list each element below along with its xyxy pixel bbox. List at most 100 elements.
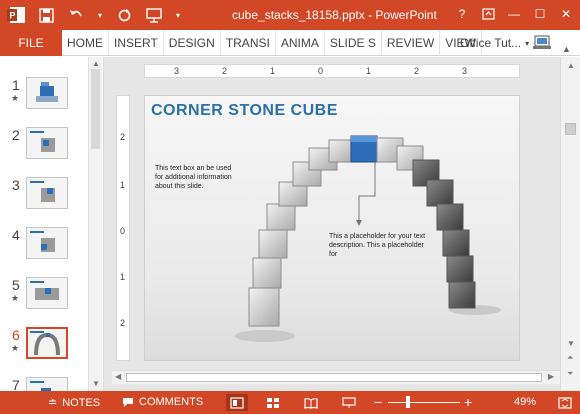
slide-editor: 3 2 1 0 1 2 3 2 1 0 1 2 CORNER STONE CUB…	[104, 57, 566, 391]
tab-design[interactable]: DESIGN	[164, 30, 221, 56]
thumbnail-number: 3	[12, 177, 20, 193]
normal-view-button[interactable]	[226, 394, 248, 411]
zoom-slider-thumb[interactable]	[406, 396, 410, 408]
ruler-mark: 3	[174, 66, 180, 76]
vertical-ruler: 2 1 0 1 2	[116, 95, 130, 361]
scroll-down-icon[interactable]: ▼	[567, 339, 575, 348]
quick-access-toolbar: P ▾ ▾	[6, 5, 182, 25]
thumbnail-image	[26, 227, 68, 259]
ruler-mark: 1	[120, 272, 126, 282]
ruler-mark: 1	[120, 180, 126, 190]
thumbnail-2[interactable]: 2	[0, 107, 92, 159]
tab-insert[interactable]: INSERT	[109, 30, 164, 56]
slide-show-icon	[342, 396, 356, 408]
customize-toolbar-icon[interactable]: ▾	[174, 5, 182, 25]
scrollbar-thumb[interactable]	[565, 123, 576, 135]
slide-title[interactable]: CORNER STONE CUBE	[151, 102, 338, 120]
thumbnail-number: 4	[12, 227, 20, 243]
comments-label: COMMENTS	[139, 396, 204, 408]
thumbnail-3[interactable]: 3	[0, 157, 92, 209]
animation-star-icon: ★	[11, 293, 20, 303]
powerpoint-logo-icon[interactable]: P	[6, 5, 26, 25]
repeat-icon[interactable]	[114, 5, 134, 25]
thumbnail-image	[26, 177, 68, 209]
zoom-out-button[interactable]: −	[374, 394, 382, 410]
thumbnail-number: 2	[12, 127, 20, 143]
status-bar: ≐ NOTES COMMENTS − + 49%	[0, 391, 580, 414]
close-button[interactable]: ✕	[556, 4, 576, 24]
comments-icon	[123, 397, 133, 407]
undo-icon[interactable]	[66, 5, 86, 25]
ruler-mark: 2	[120, 132, 126, 142]
ribbon-display-options-icon[interactable]	[478, 4, 498, 24]
dropdown-icon[interactable]: ▾	[96, 5, 104, 25]
slide-canvas[interactable]: CORNER STONE CUBE This text box an be us…	[144, 95, 520, 361]
left-text-box[interactable]: This text box an be used for additional …	[155, 164, 235, 191]
scroll-left-icon[interactable]: ◀	[115, 372, 121, 381]
powerpoint-window: P ▾ ▾ cube_stacks_18158.pptx - PowerPoin…	[0, 0, 580, 414]
ruler-mark: 2	[414, 66, 420, 76]
notes-label: NOTES	[62, 396, 101, 409]
notes-icon: ≐	[48, 397, 58, 409]
ruler-mark: 1	[366, 66, 372, 76]
maximize-button[interactable]: ☐	[530, 4, 550, 24]
ruler-mark: 0	[120, 226, 126, 236]
editor-vertical-scrollbar[interactable]: ▲ ▼ ⏶ ⏷	[560, 57, 580, 391]
scrollbar-thumb[interactable]	[126, 373, 542, 382]
animation-star-icon: ★	[11, 343, 20, 353]
account-name: Office Tut...	[460, 36, 522, 50]
scrollbar-thumb[interactable]	[91, 69, 100, 149]
thumbnail-number: 5	[12, 277, 20, 293]
svg-text:P: P	[9, 11, 15, 21]
slide-thumbnail-pane: 1 ★ 2 3 4 5 ★ 6 ★ 7 ▲ ▼	[0, 57, 104, 391]
help-button[interactable]: ?	[452, 4, 472, 24]
thumbnail-1[interactable]: 1 ★	[0, 57, 92, 109]
thumbnail-image	[26, 277, 68, 309]
tab-home[interactable]: HOME	[62, 30, 109, 56]
scroll-up-icon[interactable]: ▲	[92, 59, 100, 68]
previous-slide-icon[interactable]: ⏶	[567, 353, 573, 363]
tab-review[interactable]: REVIEW	[382, 30, 441, 56]
account-menu[interactable]: Office Tut... ▾	[460, 30, 553, 56]
tab-transitions[interactable]: TRANSI	[221, 30, 276, 56]
scroll-right-icon[interactable]: ▶	[548, 372, 554, 381]
thumbnail-number: 7	[12, 377, 20, 391]
tab-animations[interactable]: ANIMA	[276, 30, 325, 56]
right-text-placeholder[interactable]: This a placeholder for your text descrip…	[329, 232, 429, 259]
normal-view-icon	[230, 396, 244, 409]
scroll-up-icon[interactable]: ▲	[567, 61, 575, 70]
fit-to-window-icon	[558, 396, 572, 409]
window-controls: ? — ☐ ✕	[452, 4, 576, 24]
cube-arch-graphic	[235, 135, 501, 342]
save-icon[interactable]	[36, 5, 56, 25]
file-tab[interactable]: FILE	[0, 30, 62, 56]
zoom-level[interactable]: 49%	[514, 396, 536, 408]
zoom-slider-track[interactable]	[388, 402, 460, 403]
minimize-button[interactable]: —	[504, 4, 524, 24]
reading-view-button[interactable]	[300, 394, 322, 411]
thumbnail-5[interactable]: 5 ★	[0, 257, 92, 309]
ruler-mark: 0	[318, 66, 324, 76]
thumbnail-image	[26, 377, 68, 391]
thumbnail-number: 1	[12, 77, 20, 93]
present-from-beginning-icon[interactable]	[144, 5, 164, 25]
slide-show-button[interactable]	[338, 394, 360, 411]
thumbnail-6[interactable]: 6 ★	[0, 307, 92, 359]
scroll-down-icon[interactable]: ▼	[92, 379, 100, 388]
collapse-ribbon-icon[interactable]: ▲	[562, 44, 571, 54]
thumbnail-image-selected	[26, 327, 68, 359]
slide-sorter-button[interactable]	[262, 394, 284, 411]
editor-horizontal-scrollbar[interactable]: ◀ ▶	[112, 370, 560, 384]
fit-slide-button[interactable]	[554, 394, 576, 411]
notes-button[interactable]: ≐ NOTES	[48, 396, 101, 410]
tab-slide-show[interactable]: SLIDE S	[325, 30, 382, 56]
next-slide-icon[interactable]: ⏷	[567, 369, 573, 379]
zoom-in-button[interactable]: +	[464, 394, 472, 410]
ribbon-tabs: FILE HOME INSERT DESIGN TRANSI ANIMA SLI…	[0, 30, 580, 56]
thumbnail-scrollbar[interactable]: ▲ ▼	[88, 57, 102, 391]
thumbnail-4[interactable]: 4	[0, 207, 92, 259]
horizontal-ruler: 3 2 1 0 1 2 3	[144, 64, 520, 78]
thumbnail-7[interactable]: 7	[0, 357, 92, 391]
thumbnail-image	[26, 77, 68, 109]
comments-button[interactable]: COMMENTS	[122, 396, 203, 408]
